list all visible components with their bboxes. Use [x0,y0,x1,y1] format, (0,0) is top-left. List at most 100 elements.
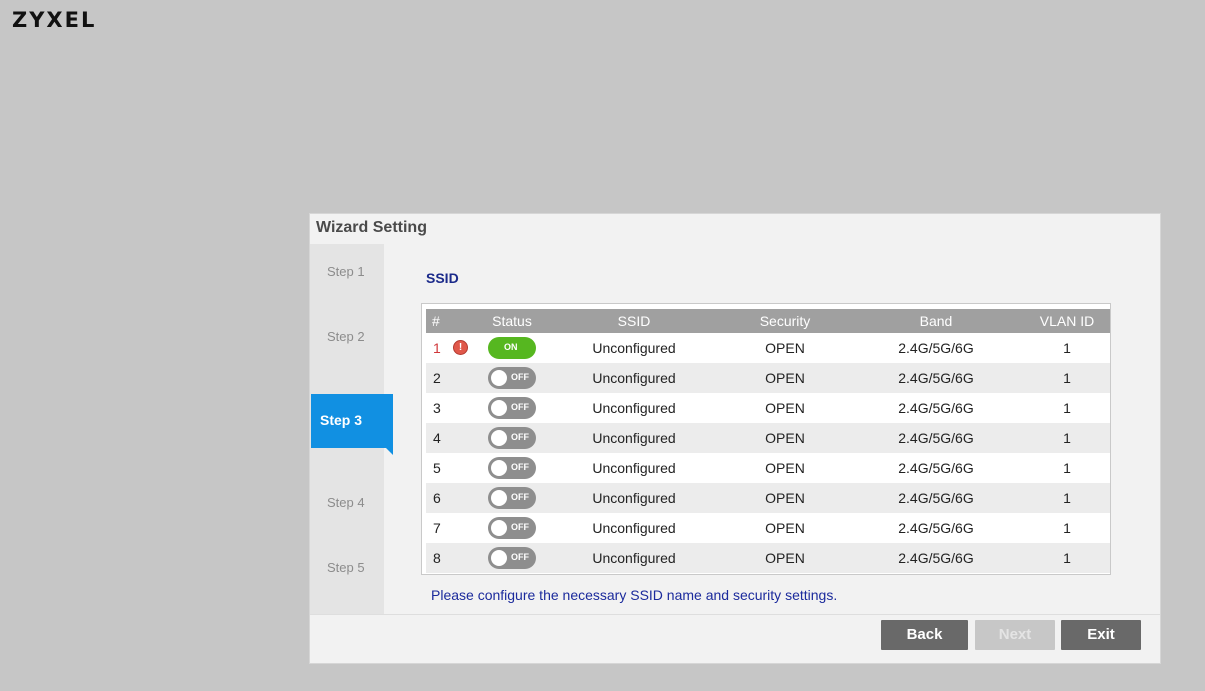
toggle-label: OFF [511,432,529,442]
status-toggle[interactable]: OFF [488,457,536,479]
status-cell: OFF [478,363,546,393]
table-row[interactable]: 8 OFF Unconfigured OPEN 2.4G/5G/6G 1 [426,543,1110,573]
row-number: 8 [433,550,441,566]
vlan-id-cell: 1 [1063,460,1071,476]
toggle-label: OFF [511,522,529,532]
status-cell: OFF [478,513,546,543]
status-toggle[interactable]: OFF [488,517,536,539]
toggle-knob [491,550,507,566]
step-5[interactable]: Step 5 [327,560,365,575]
toggle-label: OFF [511,462,529,472]
table-row[interactable]: 2 OFF Unconfigured OPEN 2.4G/5G/6G 1 [426,363,1110,393]
vlan-id-cell: 1 [1063,490,1071,506]
ssid-cell: Unconfigured [592,460,676,476]
status-toggle[interactable]: OFF [488,547,536,569]
toggle-knob [491,400,507,416]
status-cell: ON [478,333,546,363]
ssid-cell: Unconfigured [592,520,676,536]
warning-icon: ! [454,341,467,354]
security-cell: OPEN [765,550,805,566]
status-cell: OFF [478,393,546,423]
col-header-band[interactable]: Band [848,309,1024,333]
ssid-cell: Unconfigured [592,550,676,566]
row-number-cell: 2 [426,363,478,393]
band-cell: 2.4G/5G/6G [898,520,974,536]
row-number: 6 [433,490,441,506]
status-toggle[interactable]: OFF [488,367,536,389]
table-header-row: # Status SSID Security Band VLAN ID [426,309,1110,333]
col-header-ssid[interactable]: SSID [546,309,722,333]
ssid-cell: Unconfigured [592,370,676,386]
band-cell: 2.4G/5G/6G [898,430,974,446]
table-row[interactable]: 1! ON Unconfigured OPEN 2.4G/5G/6G 1 [426,333,1110,363]
security-cell: OPEN [765,460,805,476]
toggle-knob [491,520,507,536]
ssid-cell: Unconfigured [592,490,676,506]
toggle-label: ON [504,342,518,352]
band-cell: 2.4G/5G/6G [898,460,974,476]
wizard-footer: Back Next Exit [310,614,1160,655]
row-number: 2 [433,370,441,386]
col-header-number[interactable]: # [426,309,478,333]
step-2[interactable]: Step 2 [327,329,365,344]
toggle-knob [491,370,507,386]
status-cell: OFF [478,453,546,483]
row-number: 5 [433,460,441,476]
security-cell: OPEN [765,490,805,506]
status-cell: OFF [478,483,546,513]
security-cell: OPEN [765,370,805,386]
band-cell: 2.4G/5G/6G [898,550,974,566]
status-cell: OFF [478,423,546,453]
band-cell: 2.4G/5G/6G [898,340,974,356]
ssid-config-note: Please configure the necessary SSID name… [431,587,838,603]
row-number: 3 [433,400,441,416]
step-3-active[interactable]: Step 3 [311,394,393,455]
table-row[interactable]: 5 OFF Unconfigured OPEN 2.4G/5G/6G 1 [426,453,1110,483]
row-number-cell: 1! [426,333,478,363]
ssid-cell: Unconfigured [592,430,676,446]
toggle-knob [491,490,507,506]
toggle-label: OFF [511,372,529,382]
row-number-cell: 8 [426,543,478,573]
row-number-cell: 6 [426,483,478,513]
status-toggle[interactable]: OFF [488,487,536,509]
col-header-status[interactable]: Status [478,309,546,333]
security-cell: OPEN [765,520,805,536]
table-row[interactable]: 3 OFF Unconfigured OPEN 2.4G/5G/6G 1 [426,393,1110,423]
step-1[interactable]: Step 1 [327,264,365,279]
row-number-cell: 4 [426,423,478,453]
status-toggle[interactable]: OFF [488,397,536,419]
zyxel-logo: ZYXEL [12,8,97,32]
row-number-cell: 3 [426,393,478,423]
col-header-vlan-id[interactable]: VLAN ID [1024,309,1110,333]
band-cell: 2.4G/5G/6G [898,490,974,506]
security-cell: OPEN [765,340,805,356]
table-row[interactable]: 6 OFF Unconfigured OPEN 2.4G/5G/6G 1 [426,483,1110,513]
status-toggle[interactable]: ON [488,337,536,359]
band-cell: 2.4G/5G/6G [898,400,974,416]
toggle-label: OFF [511,552,529,562]
wizard-panel: Wizard Setting Step 1 Step 2 Step 3 Step… [309,213,1161,664]
table-row[interactable]: 4 OFF Unconfigured OPEN 2.4G/5G/6G 1 [426,423,1110,453]
wizard-title: Wizard Setting [316,219,427,236]
row-number: 4 [433,430,441,446]
back-button[interactable]: Back [881,620,968,650]
ssid-cell: Unconfigured [592,400,676,416]
exit-button[interactable]: Exit [1061,620,1141,650]
ssid-table: # Status SSID Security Band VLAN ID 1! ON… [426,309,1110,573]
row-number: 1 [433,340,441,356]
status-cell: OFF [478,543,546,573]
table-row[interactable]: 7 OFF Unconfigured OPEN 2.4G/5G/6G 1 [426,513,1110,543]
vlan-id-cell: 1 [1063,400,1071,416]
section-title-ssid: SSID [426,270,459,286]
security-cell: OPEN [765,430,805,446]
band-cell: 2.4G/5G/6G [898,370,974,386]
status-toggle[interactable]: OFF [488,427,536,449]
ssid-cell: Unconfigured [592,340,676,356]
step-4[interactable]: Step 4 [327,495,365,510]
vlan-id-cell: 1 [1063,340,1071,356]
row-number-cell: 7 [426,513,478,543]
col-header-security[interactable]: Security [722,309,848,333]
toggle-knob [491,430,507,446]
step-sidebar: Step 1 Step 2 Step 3 Step 4 Step 5 [310,244,393,614]
